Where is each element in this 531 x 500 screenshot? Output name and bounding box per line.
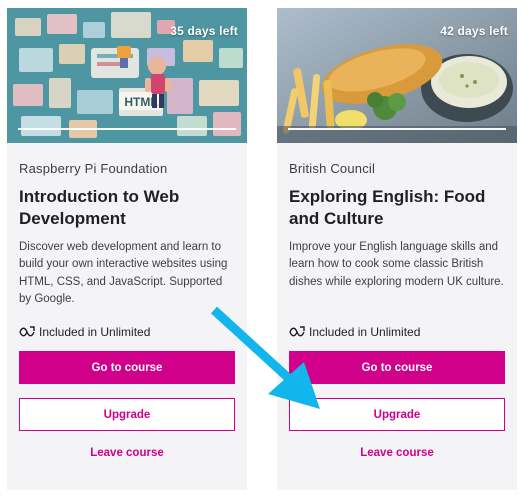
unlimited-icon <box>19 326 35 338</box>
go-to-course-button[interactable]: Go to course <box>19 351 235 384</box>
upgrade-button[interactable]: Upgrade <box>289 398 505 431</box>
course-card-exploring-english: 42 days left British Council Exploring E… <box>277 8 517 490</box>
upgrade-button[interactable]: Upgrade <box>19 398 235 431</box>
leave-course-link[interactable]: Leave course <box>289 447 505 459</box>
go-to-course-button[interactable]: Go to course <box>289 351 505 384</box>
course-provider: British Council <box>289 161 376 176</box>
course-progress-line <box>18 128 236 130</box>
course-image-web-development[interactable]: HTML 35 days left <box>7 8 247 143</box>
unlimited-label: Included in Unlimited <box>39 325 151 339</box>
course-title[interactable]: Exploring English: Food and Culture <box>289 186 505 229</box>
days-left-badge: 42 days left <box>440 24 508 38</box>
leave-course-link[interactable]: Leave course <box>19 447 235 459</box>
course-provider: Raspberry Pi Foundation <box>19 161 168 176</box>
unlimited-icon <box>289 326 305 338</box>
course-card-web-development: HTML 35 days left Raspberry Pi Foundatio… <box>7 8 247 490</box>
unlimited-status: Included in Unlimited <box>289 325 505 339</box>
course-description: Improve your English language skills and… <box>289 241 504 288</box>
course-description: Discover web development and learn to bu… <box>19 241 228 305</box>
unlimited-label: Included in Unlimited <box>309 325 421 339</box>
course-image-food-culture[interactable]: 42 days left <box>277 8 517 143</box>
unlimited-status: Included in Unlimited <box>19 325 235 339</box>
days-left-badge: 35 days left <box>170 24 238 38</box>
course-title[interactable]: Introduction to Web Development <box>19 186 235 229</box>
course-progress-line <box>288 128 506 130</box>
